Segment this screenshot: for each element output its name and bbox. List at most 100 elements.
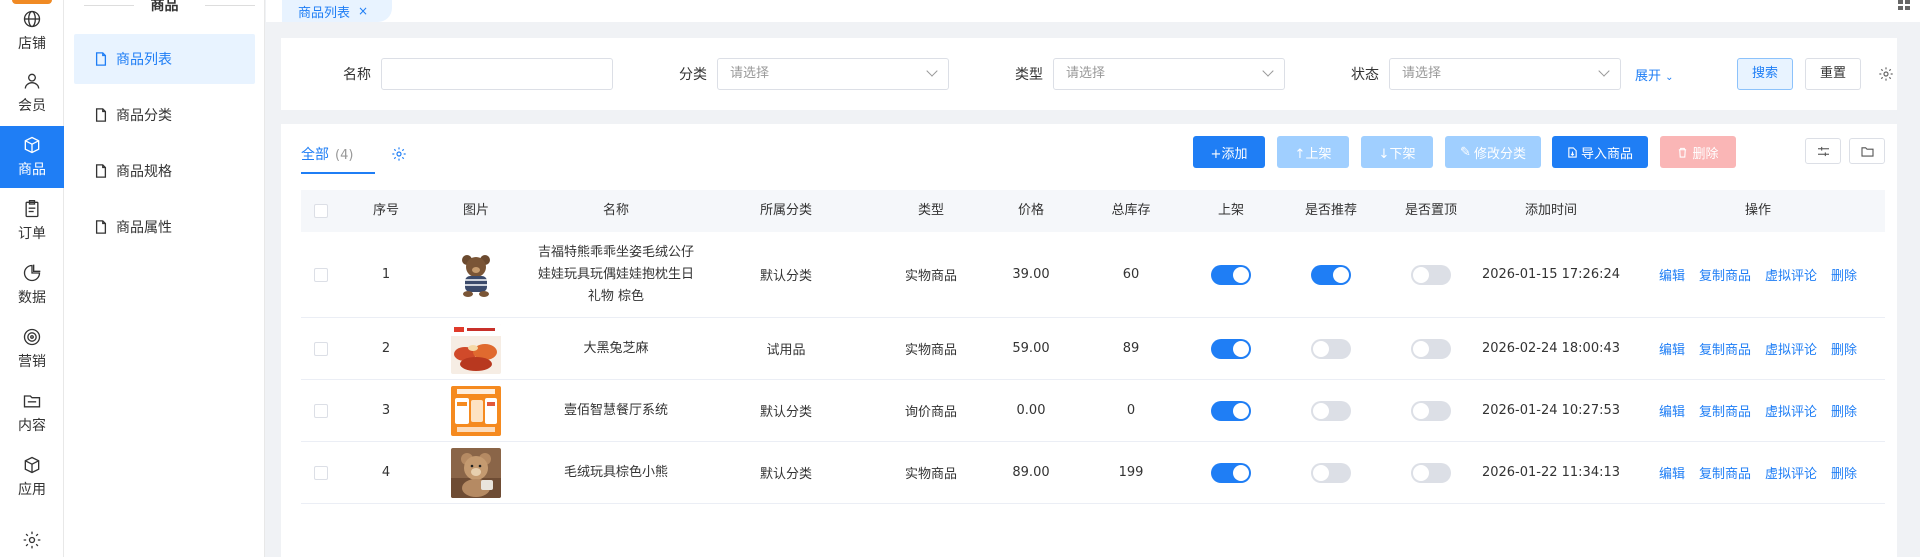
on-shelf-toggle[interactable]: [1211, 338, 1251, 359]
expand-filters-link[interactable]: 展开 ⌄: [1635, 65, 1674, 84]
virtual-review-link[interactable]: 虚拟评论: [1765, 401, 1817, 420]
delete-link[interactable]: 删除: [1831, 265, 1857, 284]
box-icon: [24, 136, 40, 154]
category-select[interactable]: 请选择: [717, 58, 949, 90]
column-header: 是否置顶: [1404, 203, 1457, 218]
subnav-item-product-category[interactable]: 商品分类: [74, 90, 255, 140]
edit-link[interactable]: 编辑: [1659, 339, 1685, 358]
product-category: 试用品: [766, 343, 806, 358]
copy-product-link[interactable]: 复制商品: [1699, 401, 1751, 420]
row-checkbox[interactable]: [311, 442, 331, 503]
column-header: 是否推荐: [1304, 203, 1357, 218]
filter-panel: 名称 分类 请选择 类型 请选择 状态 请选择 展开 ⌄ 搜索 重置: [281, 38, 1897, 110]
delete-button[interactable]: 删除: [1660, 136, 1736, 168]
nav-store-label: 店铺: [18, 36, 46, 52]
pin-toggle[interactable]: [1411, 400, 1451, 421]
nav-store[interactable]: 店铺: [0, 0, 64, 62]
copy-product-link[interactable]: 复制商品: [1699, 463, 1751, 482]
column-header: 图片: [462, 203, 489, 218]
search-button[interactable]: 搜索: [1737, 58, 1793, 90]
edit-link[interactable]: 编辑: [1659, 401, 1685, 420]
product-stock: 60: [1122, 267, 1140, 282]
virtual-review-link[interactable]: 虚拟评论: [1765, 463, 1817, 482]
virtual-review-link[interactable]: 虚拟评论: [1765, 339, 1817, 358]
close-icon[interactable]: ×: [358, 4, 368, 18]
delete-link[interactable]: 删除: [1831, 401, 1857, 420]
row-checkbox[interactable]: [311, 232, 331, 317]
pin-toggle[interactable]: [1411, 338, 1451, 359]
select-all-checkbox[interactable]: [311, 190, 331, 232]
on-shelf-toggle[interactable]: [1211, 400, 1251, 421]
subnav-item-product-attr[interactable]: 商品属性: [74, 202, 255, 252]
on-shelf-toggle[interactable]: [1211, 264, 1251, 285]
copy-product-link[interactable]: 复制商品: [1699, 339, 1751, 358]
unshelve-button[interactable]: ↓下架: [1361, 136, 1433, 168]
folder-icon: [23, 395, 41, 408]
pencil-icon: ✎: [1460, 144, 1471, 160]
secondary-sidebar: 商品 商品列表 商品分类 商品规格 商品属性: [64, 0, 265, 557]
recommend-toggle[interactable]: [1311, 462, 1351, 483]
gear-icon[interactable]: [391, 146, 407, 162]
export-folder-button[interactable]: [1849, 138, 1885, 164]
grid-icon[interactable]: [1898, 0, 1912, 10]
nav-content-label: 内容: [18, 418, 46, 434]
nav-data-label: 数据: [18, 290, 46, 306]
pin-toggle[interactable]: [1411, 264, 1451, 285]
nav-marketing[interactable]: 营销: [0, 318, 64, 380]
product-type: 实物商品: [904, 343, 957, 358]
recommend-toggle[interactable]: [1311, 264, 1351, 285]
virtual-review-link[interactable]: 虚拟评论: [1765, 265, 1817, 284]
tab-product-list[interactable]: 商品列表 ×: [282, 0, 392, 22]
status-select[interactable]: 请选择: [1389, 58, 1621, 90]
type-placeholder: 请选择: [1066, 66, 1106, 81]
nav-settings[interactable]: [0, 512, 64, 557]
row-index: 1: [381, 267, 391, 282]
recommend-toggle[interactable]: [1311, 400, 1351, 421]
delete-link[interactable]: 删除: [1831, 339, 1857, 358]
recommend-toggle[interactable]: [1311, 338, 1351, 359]
on-shelf-toggle[interactable]: [1211, 462, 1251, 483]
delete-link[interactable]: 删除: [1831, 463, 1857, 482]
shelve-button[interactable]: ↑上架: [1277, 136, 1349, 168]
row-index: 4: [381, 465, 391, 480]
add-button[interactable]: +添加: [1193, 136, 1265, 168]
edit-category-label: 修改分类: [1473, 146, 1526, 162]
column-settings-button[interactable]: [1805, 138, 1841, 164]
pin-toggle[interactable]: [1411, 462, 1451, 483]
nav-orders[interactable]: 订单: [0, 190, 64, 252]
active-tab-indicator: [301, 172, 375, 174]
column-header: 名称: [602, 203, 629, 218]
nav-content[interactable]: 内容: [0, 382, 64, 444]
nav-data[interactable]: 数据: [0, 254, 64, 316]
edit-link[interactable]: 编辑: [1659, 463, 1685, 482]
subnav-title: 商品: [64, 0, 265, 14]
type-select[interactable]: 请选择: [1053, 58, 1285, 90]
delete-label: 删除: [1692, 146, 1719, 162]
row-checkbox[interactable]: [311, 318, 331, 379]
nav-products[interactable]: 商品: [0, 126, 64, 188]
name-input[interactable]: [381, 58, 613, 90]
import-products-button[interactable]: 导入商品: [1552, 136, 1648, 168]
chevron-down-icon: ⌄: [1665, 72, 1674, 83]
edit-link[interactable]: 编辑: [1659, 265, 1685, 284]
product-list-panel: 全部 (4) +添加 ↑上架 ↓下架 ✎ 修改分类 导入商品 删除 序号 图片 名称…: [281, 124, 1897, 557]
edit-category-button[interactable]: ✎ 修改分类: [1445, 136, 1541, 168]
product-category: 默认分类: [759, 269, 812, 284]
column-header: 上架: [1217, 203, 1244, 218]
row-checkbox[interactable]: [311, 380, 331, 441]
nav-members[interactable]: 会员: [0, 62, 64, 124]
gear-icon[interactable]: [1878, 66, 1894, 82]
column-header: 操作: [1744, 203, 1771, 218]
product-type: 询价商品: [904, 405, 957, 420]
subnav-item-product-spec[interactable]: 商品规格: [74, 146, 255, 196]
tab-all[interactable]: 全部 (4): [301, 144, 353, 164]
nav-apps[interactable]: 应用: [0, 446, 64, 508]
reset-button[interactable]: 重置: [1805, 58, 1861, 90]
tab-all-label: 全部: [301, 147, 329, 163]
copy-product-link[interactable]: 复制商品: [1699, 265, 1751, 284]
added-time: 2026-01-22 11:34:13: [1481, 465, 1621, 480]
subnav-item-product-list[interactable]: 商品列表: [74, 34, 255, 84]
subnav-item-label: 商品规格: [116, 164, 172, 180]
added-time: 2026-01-15 17:26:24: [1481, 267, 1621, 282]
chevron-down-icon: [926, 65, 938, 77]
